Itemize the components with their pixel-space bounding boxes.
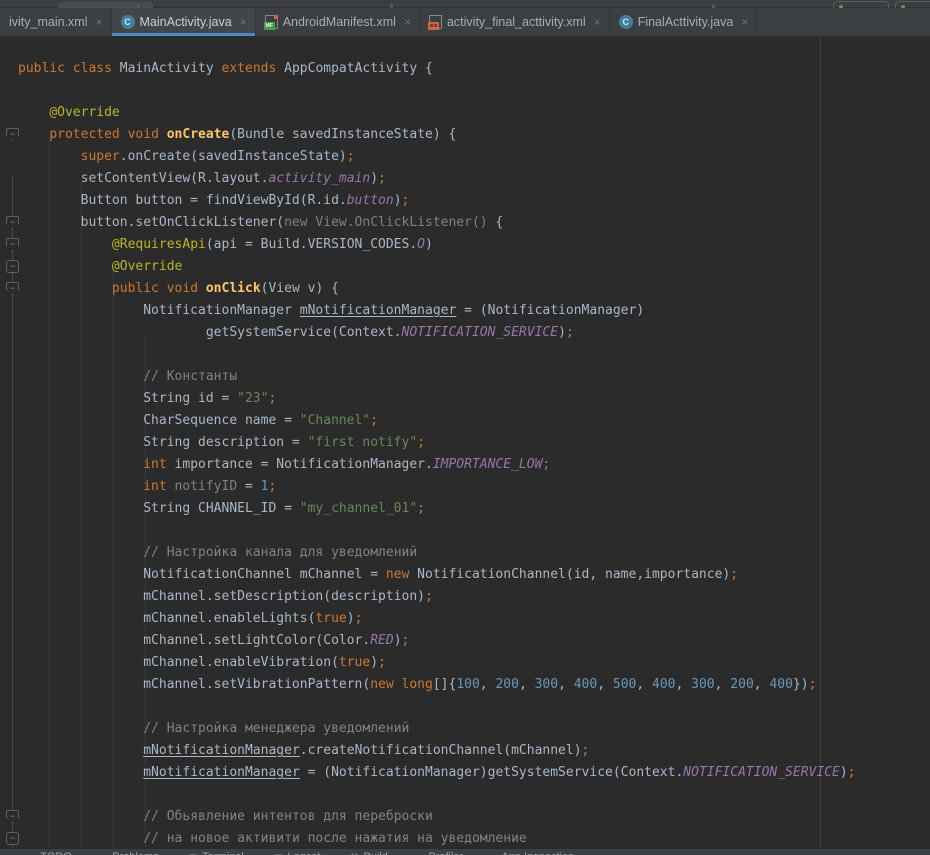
code-line[interactable]: Button button = findViewById(R.id.button… <box>0 190 930 212</box>
code-line[interactable]: getSystemService(Context.NOTIFICATION_SE… <box>0 322 930 344</box>
toolwindow-button-label: Profiler <box>428 851 463 855</box>
fold-locked-icon[interactable]: − <box>6 260 19 273</box>
fold-locked-icon[interactable]: − <box>6 832 19 845</box>
code-line[interactable]: @RequiresApi(api = Build.VERSION_CODES.O… <box>0 234 930 256</box>
tool-window-bar: ≡TODO ●Problems ▣ Terminal ▤ Logcat ⚒ Build ◔Pro… <box>0 848 930 855</box>
code-line[interactable]: mNotificationManager.createNotificationC… <box>0 740 930 762</box>
build-icon: ⚒ <box>350 852 358 855</box>
toolwindow-button-logcat[interactable]: ▤ Logcat <box>274 851 321 855</box>
toolwindow-button-label: TODO <box>40 851 72 855</box>
android-studio-window: ivity_main.xml × C MainActivity.java × MF Andr… <box>0 0 930 855</box>
toolwindow-button-todo[interactable]: ≡TODO <box>30 851 72 855</box>
toolwindow-button-profiler[interactable]: ◔Profiler <box>418 851 463 855</box>
tab-AndroidManifest.xml[interactable]: MF AndroidManifest.xml × <box>256 8 420 36</box>
tab-label: ivity_main.xml <box>9 15 88 29</box>
close-icon[interactable]: × <box>96 16 103 28</box>
code-line[interactable]: NotificationChannel mChannel = new Notif… <box>0 564 930 586</box>
code-line[interactable]: mChannel.setLightColor(Color.RED); <box>0 630 930 652</box>
code-line[interactable]: mChannel.setVibrationPattern(new long[]{… <box>0 674 930 696</box>
toolwindow-button-label: Problems <box>112 851 158 855</box>
code-line[interactable]: // на новое активити после нажатия на ув… <box>0 828 930 848</box>
toolwindow-button-label: App Inspection <box>501 851 574 855</box>
code-line[interactable]: String id = "23"; <box>0 388 930 410</box>
close-icon[interactable]: × <box>741 16 748 28</box>
code-line[interactable] <box>0 36 930 58</box>
code-line[interactable]: super.onCreate(savedInstanceState); <box>0 146 930 168</box>
tab-FinalActtivity.java[interactable]: C FinalActtivity.java × <box>610 8 758 36</box>
code-line[interactable]: // Константы <box>0 366 930 388</box>
tab-label: activity_final_acttivity.xml <box>447 15 586 29</box>
code-line[interactable]: mChannel.enableVibration(true); <box>0 652 930 674</box>
toolwindow-button-label: Logcat <box>287 851 320 855</box>
toolwindow-button-terminal[interactable]: ▣ Terminal <box>189 851 244 855</box>
code-line[interactable]: // Настройка канала для уведомлений <box>0 542 930 564</box>
code-line[interactable]: mChannel.enableLights(true); <box>0 608 930 630</box>
code-area[interactable]: public class MainActivity extends AppCom… <box>0 36 930 848</box>
tab-ivity_main.xml[interactable]: ivity_main.xml × <box>0 8 112 36</box>
device-button-group[interactable] <box>895 1 930 8</box>
code-line[interactable]: int notifyID = 1; <box>0 476 930 498</box>
code-line[interactable]: String CHANNEL_ID = "my_channel_01"; <box>0 498 930 520</box>
toolwindow-button-build[interactable]: ⚒ Build <box>350 851 388 855</box>
code-line[interactable]: mChannel.setDescription(description); <box>0 586 930 608</box>
run-button-group[interactable] <box>833 1 889 8</box>
code-editor[interactable]: −−−−−−− public class MainActivity extend… <box>0 36 930 848</box>
java-class-icon: C <box>619 15 633 29</box>
code-line[interactable] <box>0 80 930 102</box>
manifest-file-icon: MF <box>265 15 278 29</box>
tab-MainActivity.java[interactable]: C MainActivity.java × <box>112 8 256 36</box>
code-line[interactable] <box>0 784 930 806</box>
tab-label: MainActivity.java <box>140 15 232 29</box>
toolwindow-button-label: Terminal <box>202 851 244 855</box>
tab-label: AndroidManifest.xml <box>283 15 396 29</box>
close-icon[interactable]: × <box>404 16 411 28</box>
toolwindow-button-app-inspection[interactable]: ▪App Inspection <box>493 851 574 855</box>
close-icon[interactable]: × <box>240 16 247 28</box>
code-line[interactable]: protected void onCreate(Bundle savedInst… <box>0 124 930 146</box>
code-line[interactable]: int importance = NotificationManager.IMP… <box>0 454 930 476</box>
toolwindow-button-problems[interactable]: ●Problems <box>102 851 159 855</box>
code-line[interactable]: @Override <box>0 256 930 278</box>
code-line[interactable]: setContentView(R.layout.activity_main); <box>0 168 930 190</box>
code-line[interactable] <box>0 696 930 718</box>
code-line[interactable]: // Обьявление интентов для переброски <box>0 806 930 828</box>
code-line[interactable]: public void onClick(View v) { <box>0 278 930 300</box>
code-line[interactable]: // Настройка менеджера уведомлений <box>0 718 930 740</box>
code-line[interactable]: CharSequence name = "Channel"; <box>0 410 930 432</box>
code-line[interactable]: public class MainActivity extends AppCom… <box>0 58 930 80</box>
code-line[interactable]: @Override <box>0 102 930 124</box>
code-line[interactable]: mNotificationManager = (NotificationMana… <box>0 762 930 784</box>
editor-tabs: ivity_main.xml × C MainActivity.java × MF Andr… <box>0 8 930 36</box>
top-toolbar-strip <box>0 0 930 8</box>
toolwindow-button-label: Build <box>363 851 387 855</box>
tab-label: FinalActtivity.java <box>638 15 734 29</box>
code-line[interactable] <box>0 520 930 542</box>
code-line[interactable]: button.setOnClickListener(new View.OnCli… <box>0 212 930 234</box>
code-line[interactable]: NotificationManager mNotificationManager… <box>0 300 930 322</box>
tab-activity_final_acttivity.xml[interactable]: activity_final_acttivity.xml × <box>420 8 610 36</box>
java-class-icon: C <box>121 15 135 29</box>
layout-xml-file-icon <box>429 15 442 29</box>
code-line[interactable]: String description = "first notify"; <box>0 432 930 454</box>
terminal-icon: ▣ <box>189 852 198 855</box>
close-icon[interactable]: × <box>594 16 601 28</box>
logcat-icon: ▤ <box>274 852 283 855</box>
code-line[interactable] <box>0 344 930 366</box>
